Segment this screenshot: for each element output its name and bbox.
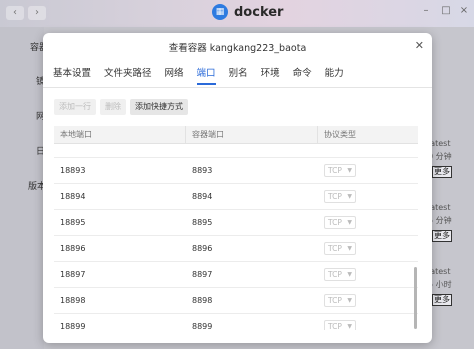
protocol-select[interactable]: TCP ▼ bbox=[324, 320, 356, 330]
local-port-cell: 18897 bbox=[60, 270, 86, 279]
container-port-cell: 8896 bbox=[192, 244, 213, 253]
bg-card-tag: latest bbox=[428, 203, 451, 212]
column-header-local-port: 本地端口 bbox=[54, 126, 186, 143]
chevron-down-icon: ▼ bbox=[347, 271, 352, 278]
tab-capabilities[interactable]: 能力 bbox=[325, 65, 344, 85]
local-port-cell: 18896 bbox=[60, 244, 86, 253]
chevron-right-icon[interactable]: › bbox=[28, 6, 46, 20]
container-detail-dialog: 查看容器 kangkang223_baota ✕ 基本设置 文件夹路径 网络 端… bbox=[43, 33, 432, 343]
scrollbar-thumb[interactable] bbox=[414, 267, 417, 329]
window-close-icon[interactable]: × bbox=[458, 5, 470, 17]
bg-more-button[interactable]: 更多 bbox=[432, 230, 452, 242]
tabs-divider bbox=[43, 87, 432, 88]
delete-button[interactable]: 删除 bbox=[100, 99, 126, 115]
bg-card-tag: latest bbox=[428, 139, 451, 148]
container-port-cell: 8899 bbox=[192, 322, 213, 330]
local-port-cell: 18893 bbox=[60, 166, 86, 175]
local-port-cell: 18895 bbox=[60, 218, 86, 227]
chevron-down-icon: ▼ bbox=[347, 297, 352, 304]
protocol-select[interactable]: TCP ▼ bbox=[324, 242, 356, 255]
container-port-cell: 8895 bbox=[192, 218, 213, 227]
dialog-title: 查看容器 kangkang223_baota bbox=[168, 43, 307, 54]
bg-card-time: 5 小时 bbox=[428, 280, 452, 289]
close-icon[interactable]: ✕ bbox=[415, 39, 424, 52]
chevron-left-icon[interactable]: ‹ bbox=[6, 6, 24, 20]
table-scrollbar[interactable] bbox=[414, 144, 418, 330]
tab-alias[interactable]: 别名 bbox=[229, 65, 248, 85]
app-titlebar: ‹ › ▦ docker – □ × bbox=[0, 0, 474, 27]
container-port-cell: 8894 bbox=[192, 192, 213, 201]
protocol-select[interactable]: TCP ▼ bbox=[324, 294, 356, 307]
protocol-select[interactable]: TCP ▼ bbox=[324, 190, 356, 203]
bg-card-time: 5 分钟 bbox=[428, 216, 452, 225]
table-row: 18894 8894 TCP ▼ bbox=[54, 184, 418, 210]
column-header-container-port: 容器端口 bbox=[186, 126, 318, 143]
container-port-cell: 8897 bbox=[192, 270, 213, 279]
protocol-select[interactable]: TCP ▼ bbox=[324, 268, 356, 281]
app-title: docker bbox=[234, 4, 284, 20]
tab-basic-settings[interactable]: 基本设置 bbox=[53, 65, 91, 85]
bg-more-button[interactable]: 更多 bbox=[432, 166, 452, 178]
table-row: 18896 8896 TCP ▼ bbox=[54, 236, 418, 262]
table-body[interactable]: 18893 8893 TCP ▼ 18894 8894 TCP ▼ 18895 88… bbox=[54, 144, 418, 330]
port-toolbar: 添加一行 删除 添加快捷方式 bbox=[54, 99, 188, 115]
table-row: 18893 8893 TCP ▼ bbox=[54, 158, 418, 184]
chevron-down-icon: ▼ bbox=[347, 219, 352, 226]
minimize-icon[interactable]: – bbox=[420, 5, 432, 17]
chevron-down-icon: ▼ bbox=[347, 193, 352, 200]
table-row: 18899 8899 TCP ▼ bbox=[54, 314, 418, 330]
dialog-tabs: 基本设置 文件夹路径 网络 端口 别名 环境 命令 能力 bbox=[53, 65, 357, 85]
local-port-cell: 18898 bbox=[60, 296, 86, 305]
tab-folder-paths[interactable]: 文件夹路径 bbox=[104, 65, 152, 85]
app-title-group: ▦ docker bbox=[212, 4, 283, 20]
table-row-partial bbox=[54, 144, 418, 158]
table-row: 18897 8897 TCP ▼ bbox=[54, 262, 418, 288]
bg-more-button[interactable]: 更多 bbox=[432, 294, 452, 306]
tab-ports[interactable]: 端口 bbox=[196, 65, 216, 85]
protocol-select[interactable]: TCP ▼ bbox=[324, 164, 356, 177]
docker-logo-icon: ▦ bbox=[212, 4, 228, 20]
chevron-down-icon: ▼ bbox=[347, 323, 352, 330]
bg-card-time: 0 分钟 bbox=[428, 152, 452, 161]
protocol-select[interactable]: TCP ▼ bbox=[324, 216, 356, 229]
local-port-cell: 18899 bbox=[60, 322, 86, 330]
tab-command[interactable]: 命令 bbox=[293, 65, 312, 85]
tab-environment[interactable]: 环境 bbox=[261, 65, 280, 85]
add-row-button[interactable]: 添加一行 bbox=[54, 99, 96, 115]
container-port-cell: 8898 bbox=[192, 296, 213, 305]
port-table: 本地端口 容器端口 协议类型 18893 8893 TCP ▼ 18894 889… bbox=[54, 126, 418, 330]
column-header-protocol: 协议类型 bbox=[324, 130, 356, 139]
chevron-down-icon: ▼ bbox=[347, 245, 352, 252]
chevron-down-icon: ▼ bbox=[347, 167, 352, 174]
table-row: 18895 8895 TCP ▼ bbox=[54, 210, 418, 236]
local-port-cell: 18894 bbox=[60, 192, 86, 201]
container-port-cell: 8893 bbox=[192, 166, 213, 175]
add-shortcut-button[interactable]: 添加快捷方式 bbox=[130, 99, 188, 115]
table-row: 18898 8898 TCP ▼ bbox=[54, 288, 418, 314]
tab-network[interactable]: 网络 bbox=[165, 65, 184, 85]
bg-card-tag: latest bbox=[428, 267, 451, 276]
table-header: 本地端口 容器端口 协议类型 bbox=[54, 126, 418, 144]
maximize-icon[interactable]: □ bbox=[440, 5, 452, 17]
